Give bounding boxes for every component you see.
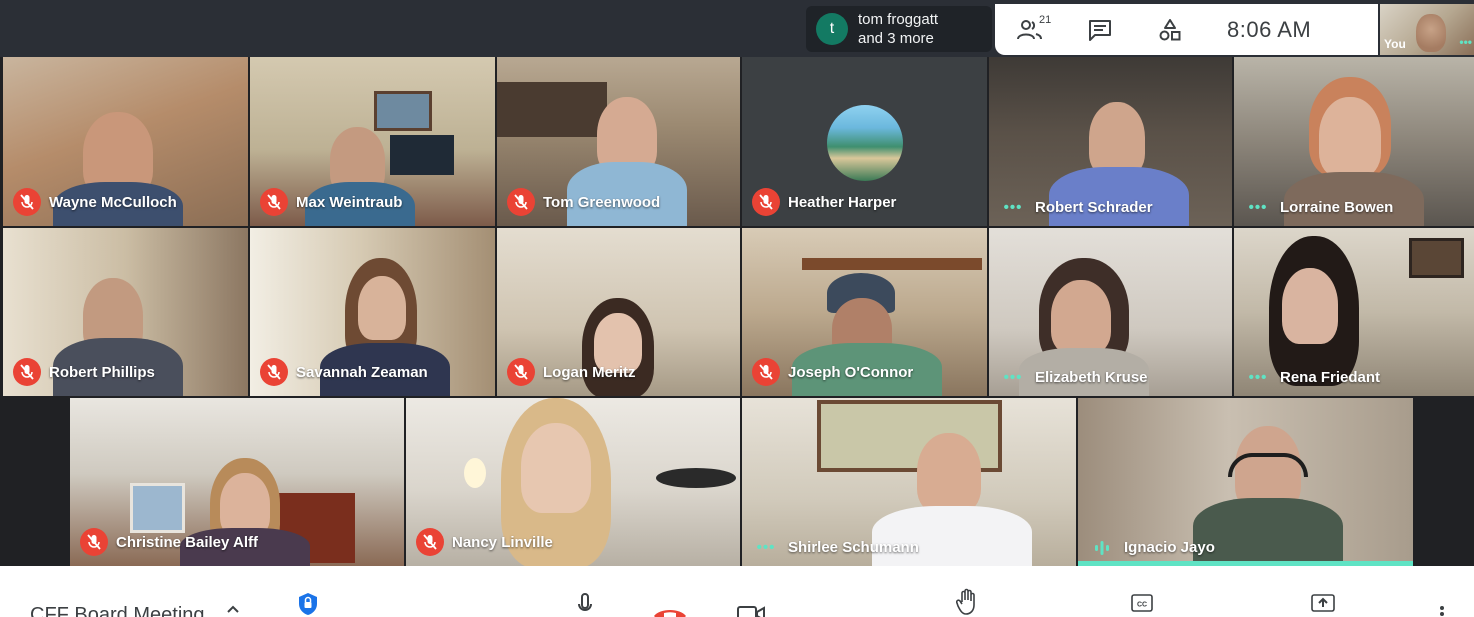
participant-tile[interactable]: Wayne McCulloch [3,57,248,226]
hangup-icon[interactable] [652,606,688,617]
captions-icon[interactable]: CC [1131,594,1153,612]
presenter-others: and 3 more [858,30,934,47]
presenter-chip[interactable]: t tom froggatt and 3 more [806,6,992,52]
camera-icon[interactable] [737,606,765,617]
participant-tile[interactable]: Joseph O'Connor [742,228,987,396]
chat-icon [1089,19,1111,41]
participant-tile[interactable]: Max Weintraub [250,57,495,226]
more-vert-icon[interactable] [1438,606,1446,617]
chevron-up-icon[interactable] [226,604,240,614]
participant-name: Elizabeth Kruse [1035,369,1148,386]
mic-off-icon [80,528,108,556]
people-button[interactable]: 21 [995,4,1065,55]
participant-name: Ignacio Jayo [1124,539,1215,556]
mic-off-icon [416,528,444,556]
activities-icon [1159,18,1181,40]
people-count: 21 [1039,14,1052,26]
more-dots-icon: ••• [1003,199,1023,216]
mic-off-icon [752,188,780,216]
activities-button[interactable] [1135,4,1205,55]
participant-avatar [827,105,903,181]
clock: 8:06 AM [1227,16,1312,42]
mic-off-icon [13,358,41,386]
participant-tile[interactable]: Logan Meritz [497,228,740,396]
participant-name: Lorraine Bowen [1280,199,1394,216]
participant-name: Shirlee Schumann [788,539,919,556]
participant-name: Logan Meritz [543,363,636,381]
participant-tile[interactable]: Robert Phillips [3,228,248,396]
participant-name: Robert Phillips [49,363,155,381]
participant-tile[interactable]: ••• Lorraine Bowen [1234,57,1474,226]
self-video [1416,14,1446,52]
participant-tile[interactable]: Savannah Zeaman [250,228,495,396]
participant-tile[interactable]: Nancy Linville [406,398,740,566]
meeting-title[interactable]: CFF Board Meeting [30,604,205,617]
self-more-dots-icon[interactable]: ••• [1459,35,1472,49]
mic-icon[interactable] [577,592,593,617]
mic-off-icon [260,188,288,216]
participant-name: Wayne McCulloch [49,193,177,211]
participant-name: Max Weintraub [296,193,403,211]
presenter-avatar: t [816,13,848,45]
participant-tile[interactable]: ••• Robert Schrader [989,57,1232,226]
mic-off-icon [13,188,41,216]
chat-button[interactable] [1065,4,1135,55]
participant-name: Joseph O'Connor [788,363,914,381]
raise-hand-icon[interactable] [956,588,978,616]
more-dots-icon: ••• [1248,369,1268,386]
top-controls: 21 8:06 AM [995,4,1378,55]
participant-name: Christine Bailey Alff [116,533,258,551]
participant-name: Nancy Linville [452,533,553,551]
top-bar: t tom froggatt and 3 more 21 8:06 AM You… [0,0,1474,57]
participant-name: Robert Schrader [1035,199,1153,216]
participant-name: Savannah Zeaman [296,363,428,381]
participant-tile[interactable]: ••• Shirlee Schumann [742,398,1076,566]
mic-off-icon [507,358,535,386]
participant-name: Tom Greenwood [543,193,661,211]
participant-tile[interactable]: Ignacio Jayo [1078,398,1413,566]
present-icon[interactable] [1311,594,1335,612]
participant-name: Heather Harper [788,193,897,211]
security-icon[interactable] [298,592,318,616]
participant-tile[interactable]: Christine Bailey Alff [70,398,404,566]
participant-name: Rena Friedant [1280,369,1381,386]
self-view[interactable]: You ••• [1380,4,1474,55]
mic-off-icon [752,358,780,386]
mic-off-icon [260,358,288,386]
participant-tile[interactable]: Heather Harper [742,57,987,226]
more-dots-icon: ••• [1003,369,1023,386]
mic-off-icon [507,188,535,216]
more-dots-icon: ••• [1248,199,1268,216]
bottom-bar: CFF Board Meeting CC [0,566,1474,617]
presenter-text: tom froggatt and 3 more [858,10,938,48]
self-label: You [1384,37,1406,51]
more-dots-icon: ••• [756,539,776,556]
presenter-name: tom froggatt [858,11,939,28]
speaking-icon [1088,540,1116,556]
participant-tile[interactable]: ••• Elizabeth Kruse [989,228,1232,396]
participant-tile[interactable]: Tom Greenwood [497,57,740,226]
svg-text:CC: CC [1137,602,1147,609]
participant-tile[interactable]: ••• Rena Friedant [1234,228,1474,396]
